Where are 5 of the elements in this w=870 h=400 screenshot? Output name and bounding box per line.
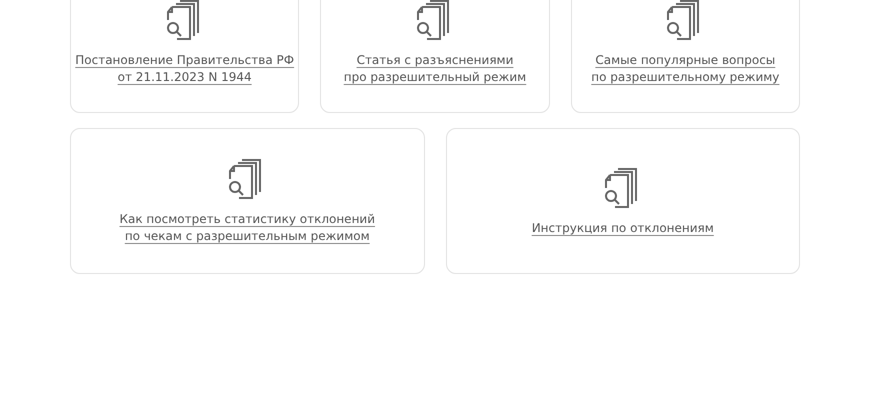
document-link[interactable]: Инструкция по отклонениям xyxy=(532,220,714,236)
document-link[interactable]: Как посмотреть статистику отклонений по чекам с разрешительным режимом xyxy=(119,211,376,245)
document-link[interactable]: Постановление Правительства РФ от 21.11.2023 N 1944 xyxy=(75,52,294,86)
document-link[interactable]: Статья с разъяснениями про разрешительный режим xyxy=(344,52,526,86)
document-link[interactable]: Самые популярные вопросы по разрешительному режиму xyxy=(591,52,780,86)
